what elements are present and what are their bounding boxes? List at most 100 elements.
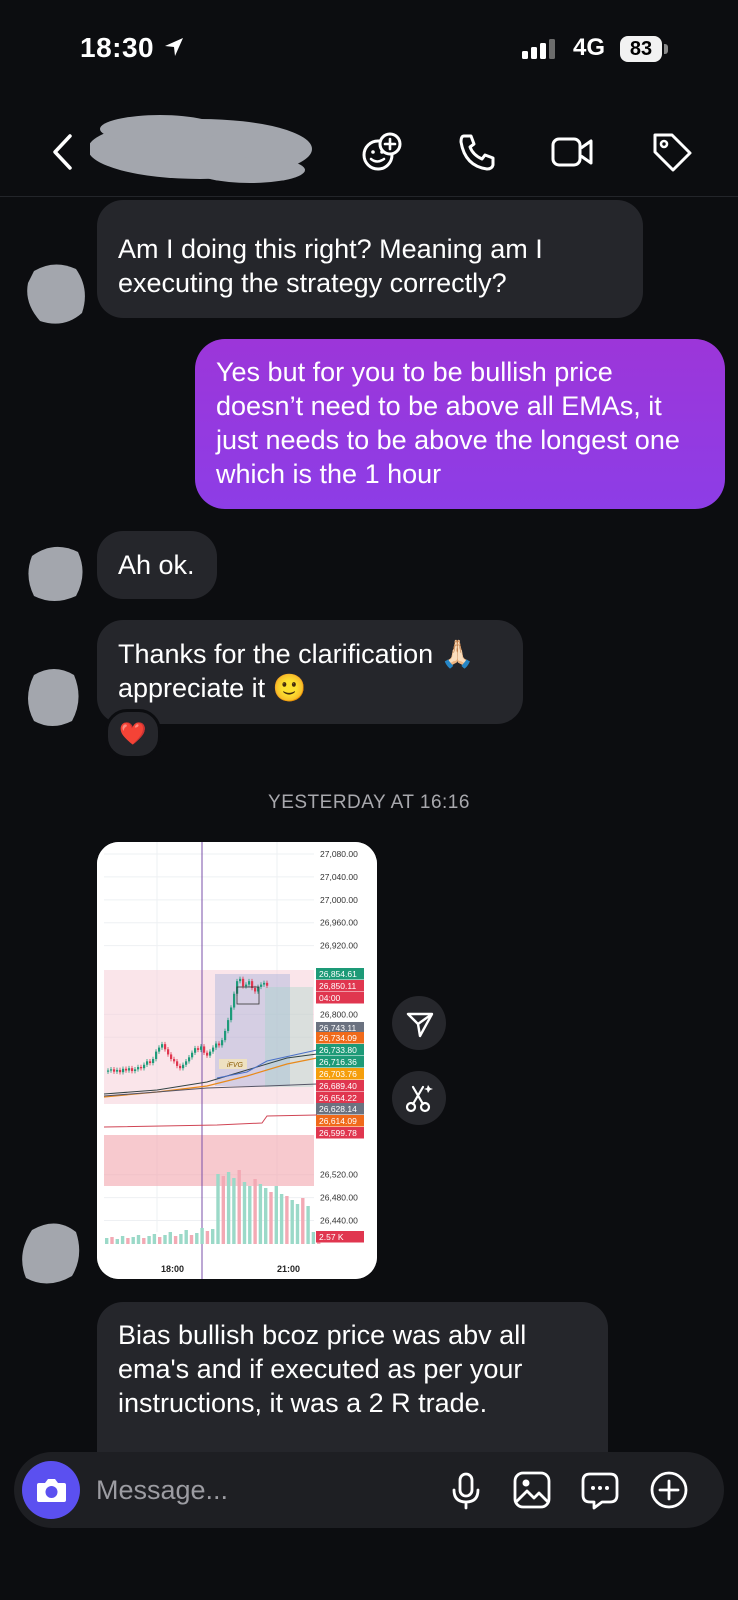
volume-bar — [306, 1206, 310, 1244]
candle-body — [206, 1052, 209, 1056]
volume-bar — [301, 1198, 305, 1244]
volume-bar — [269, 1192, 273, 1244]
video-icon[interactable] — [550, 130, 594, 174]
volume-bar — [232, 1178, 236, 1244]
price-tag-label: 26,654.22 — [319, 1093, 357, 1103]
candle-body — [107, 1070, 110, 1072]
annotation-ifvg: iFVG — [227, 1062, 244, 1069]
volume-bar — [211, 1229, 215, 1244]
y-tick-label: 26,520.00 — [320, 1170, 358, 1180]
status-time: 18:30 — [80, 32, 186, 64]
contact-avatar[interactable] — [24, 542, 86, 604]
candle-body — [203, 1046, 206, 1053]
message-bubble-incoming[interactable]: Am I doing this right? Meaning am I exec… — [97, 200, 643, 318]
reaction-heart[interactable]: ❤️ — [105, 709, 161, 759]
volume-bar — [184, 1230, 188, 1244]
message-bubble-incoming[interactable]: Ah ok. — [97, 531, 217, 599]
candle-body — [128, 1068, 131, 1071]
microphone-icon[interactable] — [446, 1470, 486, 1510]
message-bubble-incoming[interactable]: Thanks for the clarification 🙏🏻 apprecia… — [97, 620, 523, 724]
price-tag-label: 26,716.36 — [319, 1057, 357, 1067]
message-input[interactable] — [96, 1472, 396, 1508]
price-tag-label: 26,850.11 — [319, 981, 356, 991]
back-chevron-icon[interactable] — [42, 130, 86, 174]
candle-body — [242, 978, 245, 987]
candle-body — [191, 1052, 194, 1058]
share-button[interactable] — [392, 996, 446, 1050]
volume-bar — [205, 1231, 210, 1244]
volume-bar — [147, 1236, 151, 1244]
y-tick-label: 26,920.00 — [320, 941, 358, 951]
volume-bar — [226, 1172, 231, 1244]
volume-bar — [120, 1236, 125, 1244]
candle-body — [260, 984, 263, 987]
price-tag-label: 26,733.80 — [319, 1045, 357, 1055]
volume-bar — [258, 1184, 263, 1244]
candle-body — [149, 1061, 152, 1064]
candle-body — [248, 981, 251, 985]
candle-body — [188, 1057, 191, 1062]
message-text: instructions, it was a 2 R trade. — [118, 1388, 488, 1418]
candle-body — [164, 1044, 167, 1050]
shared-chart-image[interactable]: iFVG 27,080.00 27,040.00 27,000.00 26,960.0… — [97, 842, 377, 1279]
message-bubble-incoming[interactable]: Bias bullish bcoz price was abv all ema'… — [97, 1302, 608, 1462]
y-tick-label: 27,080.00 — [320, 849, 358, 859]
price-tag-label: 26,599.78 — [319, 1128, 357, 1138]
candle-body — [110, 1069, 113, 1071]
candle-body — [134, 1069, 137, 1072]
contact-avatar[interactable] — [24, 259, 88, 327]
volume-bar — [264, 1188, 268, 1244]
message-bubble-outgoing[interactable]: Yes but for you to be bullish price does… — [195, 339, 725, 509]
volume-bar — [126, 1238, 130, 1244]
candle-body — [140, 1067, 143, 1069]
message-text: appreciate it 🙂 — [118, 673, 307, 703]
candle-body — [221, 1040, 224, 1046]
message-text: doesn’t need to be above all EMAs, it — [216, 391, 662, 421]
volume-bar — [290, 1200, 294, 1244]
message-text: Thanks for the clarification 🙏🏻 — [118, 639, 475, 669]
contact-name-redacted[interactable] — [90, 115, 320, 185]
scissors-sparkle-icon — [405, 1085, 433, 1113]
volume-bar — [173, 1236, 178, 1244]
contact-avatar[interactable] — [24, 665, 82, 729]
candle-body — [173, 1059, 176, 1062]
effects-icon[interactable] — [360, 130, 404, 174]
battery-indicator: 83 — [620, 36, 662, 62]
add-icon[interactable] — [649, 1470, 689, 1510]
candle-body — [263, 982, 266, 985]
phone-icon[interactable] — [455, 130, 499, 174]
x-tick-label: 18:00 — [161, 1264, 184, 1274]
camera-icon — [37, 1479, 66, 1502]
volume-bar — [105, 1238, 109, 1244]
signal-icon — [522, 39, 555, 59]
contact-avatar[interactable] — [18, 1220, 82, 1286]
camera-button[interactable] — [22, 1461, 80, 1519]
candle-body — [227, 1020, 230, 1031]
candle-body — [158, 1047, 161, 1052]
candle-body — [209, 1051, 212, 1056]
candle-body — [266, 982, 269, 986]
candle-body — [230, 1007, 233, 1021]
date-separator: YESTERDAY AT 16:16 — [268, 792, 470, 813]
volume-bar — [142, 1238, 146, 1244]
zone-green — [265, 987, 313, 1087]
tag-icon[interactable] — [650, 130, 694, 174]
volume-bar — [152, 1234, 157, 1244]
candle-body — [119, 1069, 122, 1073]
zone-red — [104, 1135, 314, 1186]
gallery-icon[interactable] — [512, 1470, 552, 1510]
price-tag-label: 04:00 — [319, 993, 341, 1003]
location-arrow-icon — [165, 38, 184, 56]
candle-body — [224, 1030, 227, 1041]
sticker-chat-icon[interactable] — [580, 1470, 620, 1510]
y-tick-label: 26,440.00 — [320, 1216, 358, 1226]
volume-bar — [115, 1239, 119, 1244]
candle-body — [194, 1048, 197, 1053]
message-text: Yes but for you to be bullish price — [216, 357, 613, 387]
remix-button[interactable] — [392, 1071, 446, 1125]
price-tag-label: 26,614.09 — [319, 1116, 357, 1126]
network-type: 4G — [573, 34, 606, 61]
candle-body — [143, 1064, 146, 1069]
price-tag-label: 26,854.61 — [319, 969, 357, 979]
candle-body — [131, 1068, 134, 1072]
